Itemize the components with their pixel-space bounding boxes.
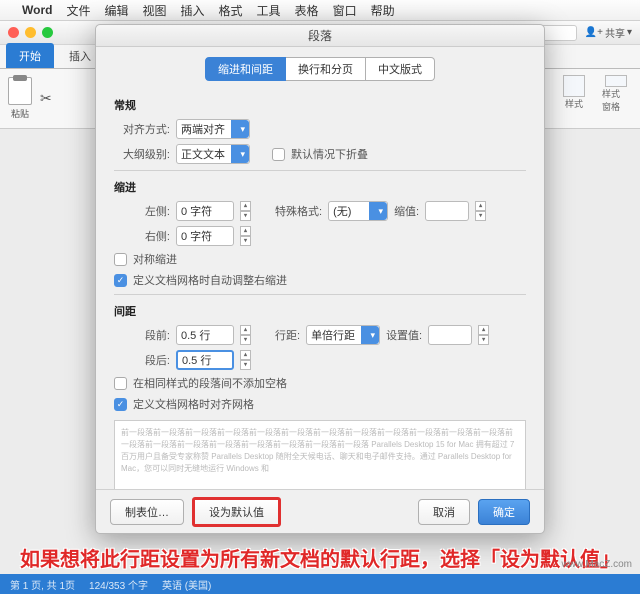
at-input[interactable] [428,325,472,345]
annotation-text: 如果想将此行距设置为所有新文档的默认行距，选择「设为默认值」 [0,543,640,572]
collapse-checkbox[interactable] [272,148,285,161]
cut-icon[interactable]: ✂ [40,90,52,107]
autofit-checkbox[interactable]: ✓ [114,274,127,287]
section-spacing: 间距 [114,303,526,319]
zoom-icon[interactable] [42,27,53,38]
same-style-label: 在相同样式的段落间不添加空格 [133,375,287,391]
indent-left-stepper[interactable]: ▴▾ [240,201,251,221]
after-label: 段后: [114,352,170,368]
mirror-checkbox[interactable] [114,253,127,266]
menu-insert[interactable]: 插入 [181,2,205,19]
tab-indent-spacing[interactable]: 缩进和间距 [205,57,286,81]
cancel-button[interactable]: 取消 [418,499,470,525]
indent-right-stepper[interactable]: ▴▾ [240,226,251,246]
menu-edit[interactable]: 编辑 [104,2,128,19]
before-input[interactable]: 0.5 行 [176,325,234,345]
ribbon-right-group: 样式 样式 窗格 [560,75,630,113]
special-label: 特殊格式: [275,203,322,219]
minimize-icon[interactable] [25,27,36,38]
collapse-label: 默认情况下折叠 [291,146,368,162]
preview-box: 前一段落前一段落前一段落前一段落前一段落前一段落前一段落前一段落前一段落前一段落… [114,420,526,489]
watermark: Z www.MacZ.com [553,559,632,570]
indent-left-input[interactable]: 0 字符 [176,201,234,221]
snap-grid-label: 定义文档网格时对齐网格 [133,396,254,412]
status-bar: 第 1 页, 共 1页 124/353 个字 英语 (美国) [0,574,640,594]
indent-right-label: 右侧: [114,228,170,244]
close-icon[interactable] [8,27,19,38]
style-pane-icon [605,75,627,87]
paste-icon [8,77,32,105]
menu-help[interactable]: 帮助 [371,2,395,19]
indent-right-input[interactable]: 0 字符 [176,226,234,246]
paste-group[interactable]: 粘贴 [8,77,32,120]
indent-left-label: 左侧: [114,203,170,219]
tab-home[interactable]: 开始 [6,43,54,68]
status-page[interactable]: 第 1 页, 共 1页 [10,577,75,592]
before-label: 段前: [114,327,170,343]
at-stepper[interactable]: ▴▾ [478,325,489,345]
menu-window[interactable]: 窗口 [333,2,357,19]
special-select[interactable]: (无) [328,201,388,221]
tab-asian[interactable]: 中文版式 [366,57,435,81]
app-name[interactable]: Word [22,3,52,17]
at-label: 设置值: [386,327,422,343]
dialog-title: 段落 [96,25,544,47]
before-stepper[interactable]: ▴▾ [240,325,251,345]
by-label: 缩值: [394,203,419,219]
dialog-body: 常规 对齐方式: 两端对齐 大纲级别: 正文文本 默认情况下折叠 缩进 左侧: … [96,89,544,489]
after-stepper[interactable]: ▴▾ [240,350,251,370]
share-button[interactable]: 👤+ 共享 ▾ [585,25,632,40]
dialog-tabs: 缩进和间距 换行和分页 中文版式 [96,57,544,81]
menu-view[interactable]: 视图 [142,2,166,19]
by-stepper[interactable]: ▴▾ [475,201,486,221]
styles-button[interactable]: 样式 [560,75,588,113]
ok-button[interactable]: 确定 [478,499,530,525]
outline-select[interactable]: 正文文本 [176,144,250,164]
menu-format[interactable]: 格式 [219,2,243,19]
line-spacing-select[interactable]: 单倍行距 [306,325,380,345]
menu-file[interactable]: 文件 [66,2,90,19]
set-default-button[interactable]: 设为默认值 [192,497,281,527]
system-menubar: Word 文件 编辑 视图 插入 格式 工具 表格 窗口 帮助 [0,0,640,21]
menu-tools[interactable]: 工具 [257,2,281,19]
dialog-footer: 制表位… 设为默认值 取消 确定 [96,489,544,533]
line-label: 行距: [275,327,300,343]
styles-icon [563,75,585,97]
mirror-label: 对称缩进 [133,251,177,267]
status-language[interactable]: 英语 (美国) [162,577,211,592]
tabs-button[interactable]: 制表位… [110,499,184,525]
paragraph-dialog: 段落 缩进和间距 换行和分页 中文版式 常规 对齐方式: 两端对齐 大纲级别: … [95,24,545,534]
window-controls [8,27,53,38]
section-indent: 缩进 [114,179,526,195]
autofit-label: 定义文档网格时自动调整右缩进 [133,272,287,288]
status-words[interactable]: 124/353 个字 [89,577,148,592]
snap-grid-checkbox[interactable]: ✓ [114,398,127,411]
alignment-select[interactable]: 两端对齐 [176,119,250,139]
after-input[interactable]: 0.5 行 [176,350,234,370]
outline-label: 大纲级别: [114,146,170,162]
section-general: 常规 [114,97,526,113]
style-pane-button[interactable]: 样式 窗格 [602,75,630,113]
by-input[interactable] [425,201,469,221]
menu-table[interactable]: 表格 [295,2,319,19]
tab-line-page-breaks[interactable]: 换行和分页 [286,57,366,81]
alignment-label: 对齐方式: [114,121,170,137]
same-style-checkbox[interactable] [114,377,127,390]
